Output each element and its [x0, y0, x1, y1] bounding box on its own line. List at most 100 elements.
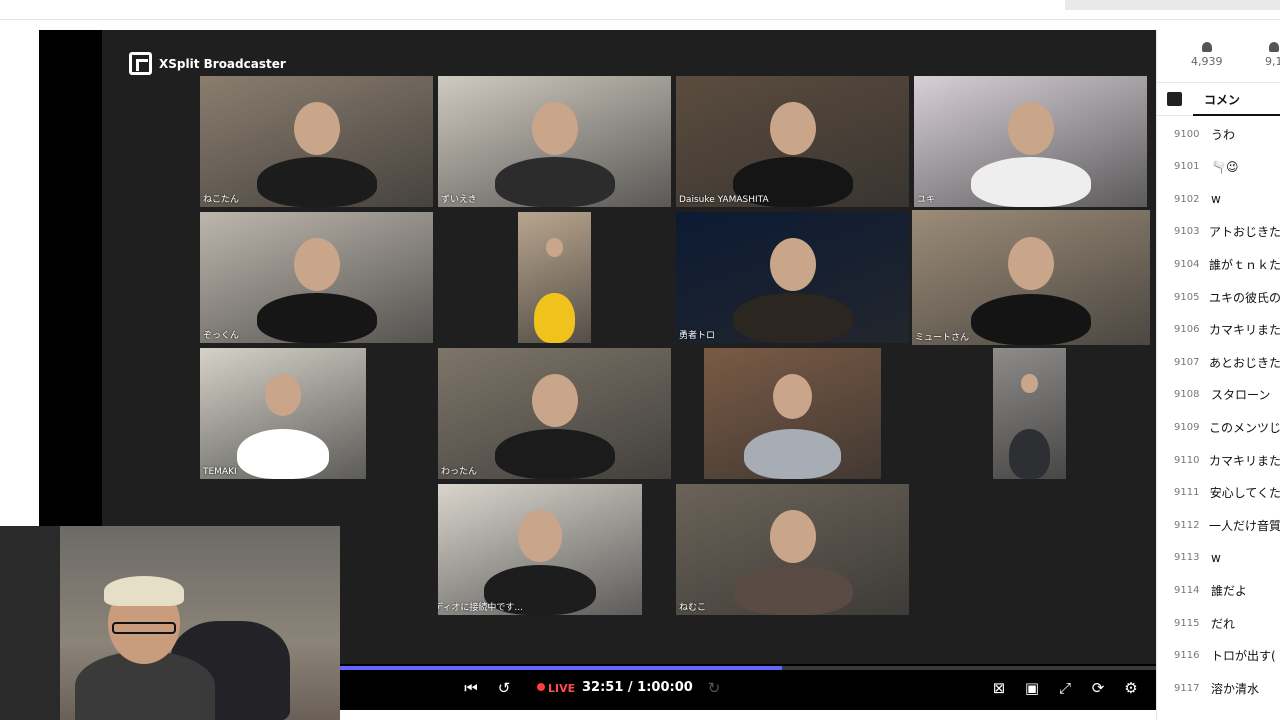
comment-row[interactable]: 9103 アトおじきた — [1157, 216, 1280, 248]
participant-tile[interactable]: ジンギスカン — [518, 212, 591, 343]
live-label: LIVE — [548, 682, 576, 695]
comment-row[interactable]: 9102 w — [1157, 183, 1280, 215]
participant-name: ユキ — [917, 195, 936, 205]
participant-tile[interactable]: オーディオに接続中です... — [438, 484, 642, 615]
participant-head — [293, 238, 340, 292]
comment-row[interactable]: 9107 あとおじきた — [1157, 346, 1280, 378]
forward-icon[interactable]: ↻ — [704, 680, 724, 698]
glasses-icon — [112, 622, 176, 634]
comment-number: 9112 — [1174, 519, 1200, 531]
comment-text: トロが出す( — [1211, 649, 1276, 664]
comment-row[interactable]: 9104 誰がｔｎｋた — [1157, 248, 1280, 280]
participant-name: Daisuke YAMASHITA — [679, 195, 769, 205]
comment-row[interactable]: 9113 w — [1157, 542, 1280, 574]
comment-row[interactable]: 9117 溶か清水 — [1157, 672, 1280, 704]
theater-icon[interactable]: ▣ — [1022, 680, 1042, 698]
participant-head — [264, 374, 302, 417]
participant-body — [971, 293, 1091, 345]
comment-row[interactable]: 9116 トロが出す( — [1157, 640, 1280, 672]
reload-icon[interactable]: ⟳ — [1088, 680, 1108, 698]
rewind-icon[interactable]: ↺ — [494, 680, 514, 698]
player-controls: ⏮ ↺ LIVE 32:51 / 1:00:00 ↻ ⊠ ▣ ⤢ ⟳ ⚙ — [340, 666, 1156, 710]
comment-text: 誰だよ — [1211, 583, 1248, 598]
comment-number: 9106 — [1174, 324, 1200, 336]
comment-row[interactable]: 9115 だれ — [1157, 607, 1280, 639]
viewer-count-value: 4,939 — [1191, 55, 1223, 68]
top-right-strip — [1065, 0, 1280, 10]
chat-icon[interactable] — [1167, 92, 1182, 106]
streamer-camera — [0, 526, 340, 720]
comment-number: 9101 — [1174, 161, 1200, 173]
comment-row[interactable]: 9108 スタローン — [1157, 379, 1280, 411]
comment-number: 9104 — [1174, 258, 1200, 270]
xsplit-brand: XSplit Broadcaster — [129, 52, 286, 75]
comment-text: 一人だけ音質 — [1208, 518, 1280, 533]
chat-tabs: コメン — [1157, 82, 1280, 116]
participant-head — [773, 374, 812, 419]
comment-number: 9116 — [1174, 650, 1200, 662]
tab-comment[interactable]: コメン — [1204, 91, 1240, 108]
comment-text: 安心してくた — [1209, 486, 1280, 501]
progress-track[interactable] — [340, 666, 1156, 670]
comment-row[interactable]: 9100 うわ — [1157, 118, 1280, 150]
participant-tile[interactable]: わったん — [438, 348, 671, 479]
participant-tile[interactable]: TEMAKI — [200, 348, 366, 479]
participant-body — [534, 293, 575, 343]
comment-text: w — [1211, 550, 1221, 565]
comment-number: 9108 — [1174, 389, 1200, 401]
comment-row[interactable]: 9111 安心してくた — [1157, 477, 1280, 509]
participant-tile[interactable]: ミュートさん — [912, 210, 1150, 345]
participant-body — [256, 157, 377, 207]
comment-row[interactable]: 9110 カマキリまた — [1157, 444, 1280, 476]
close-overlay-icon[interactable]: ⊠ — [989, 680, 1009, 698]
participant-head — [531, 102, 578, 156]
comment-text: このメンツじ — [1208, 420, 1280, 435]
person-icon — [1201, 42, 1212, 52]
participant-name: ずいえき — [441, 195, 477, 205]
skip-back-icon[interactable]: ⏮ — [461, 680, 481, 698]
participant-head — [1008, 237, 1054, 290]
comment-row[interactable]: 9101 🫗😉 — [1157, 151, 1280, 183]
comment-row[interactable]: 9106 カマキリまた — [1157, 314, 1280, 346]
participant-head — [293, 102, 340, 156]
participant-tile[interactable]: 勇者トロ — [676, 212, 909, 343]
participant-tile[interactable]: ずいえき — [438, 76, 671, 207]
comment-row[interactable]: 9109 このメンツじ — [1157, 411, 1280, 443]
participant-head — [546, 238, 563, 257]
participant-head — [769, 510, 816, 564]
participant-name: TEMAKI — [203, 467, 237, 477]
comment-number: 9114 — [1174, 584, 1200, 596]
participant-tile[interactable]: ぞっくん — [200, 212, 433, 343]
comment-row[interactable]: 9105 ユキの彼氏の — [1157, 281, 1280, 313]
comment-text: カマキリまた — [1208, 453, 1280, 468]
participant-body — [1009, 429, 1050, 479]
participant-body — [237, 429, 329, 479]
brand-name: XSplit Broadcaster — [159, 56, 286, 71]
chat-panel: 4,939 9,1 コメン 9100 うわ 9101 🫗😉 9102 w 9103 アトおじき… — [1156, 30, 1280, 720]
participant-tile[interactable]: ユキ — [914, 76, 1147, 207]
comment-count: 9,1 — [1265, 42, 1280, 68]
comment-text: 溶か清水 — [1211, 681, 1260, 696]
comment-number: 9110 — [1174, 454, 1200, 466]
participant-tile[interactable]: 大仏 — [704, 348, 881, 479]
participant-body — [732, 565, 853, 615]
live-badge: LIVE — [537, 682, 575, 695]
participant-tile[interactable]: 清水 — [993, 348, 1066, 479]
participant-tile[interactable]: ねこたん — [200, 76, 433, 207]
participant-head — [1007, 102, 1054, 156]
fullscreen-icon[interactable]: ⤢ — [1055, 680, 1075, 698]
comment-number: 9113 — [1174, 552, 1200, 564]
participant-tile[interactable]: ねむこ — [676, 484, 909, 615]
comment-row[interactable]: 9114 誰だよ — [1157, 574, 1280, 606]
participant-body — [256, 293, 377, 343]
settings-gear-icon[interactable]: ⚙ — [1121, 680, 1141, 698]
comment-number: 9109 — [1174, 421, 1200, 433]
comment-row[interactable]: 9112 一人だけ音質 — [1157, 509, 1280, 541]
comment-text: 🫗😉 — [1211, 159, 1239, 174]
comment-text: だれ — [1211, 616, 1236, 631]
live-dot-icon — [537, 683, 545, 691]
xsplit-logo-icon — [129, 52, 152, 75]
comment-text: アトおじきた — [1208, 225, 1280, 240]
participant-name: ねこたん — [203, 195, 240, 205]
participant-tile[interactable]: Daisuke YAMASHITA — [676, 76, 909, 207]
